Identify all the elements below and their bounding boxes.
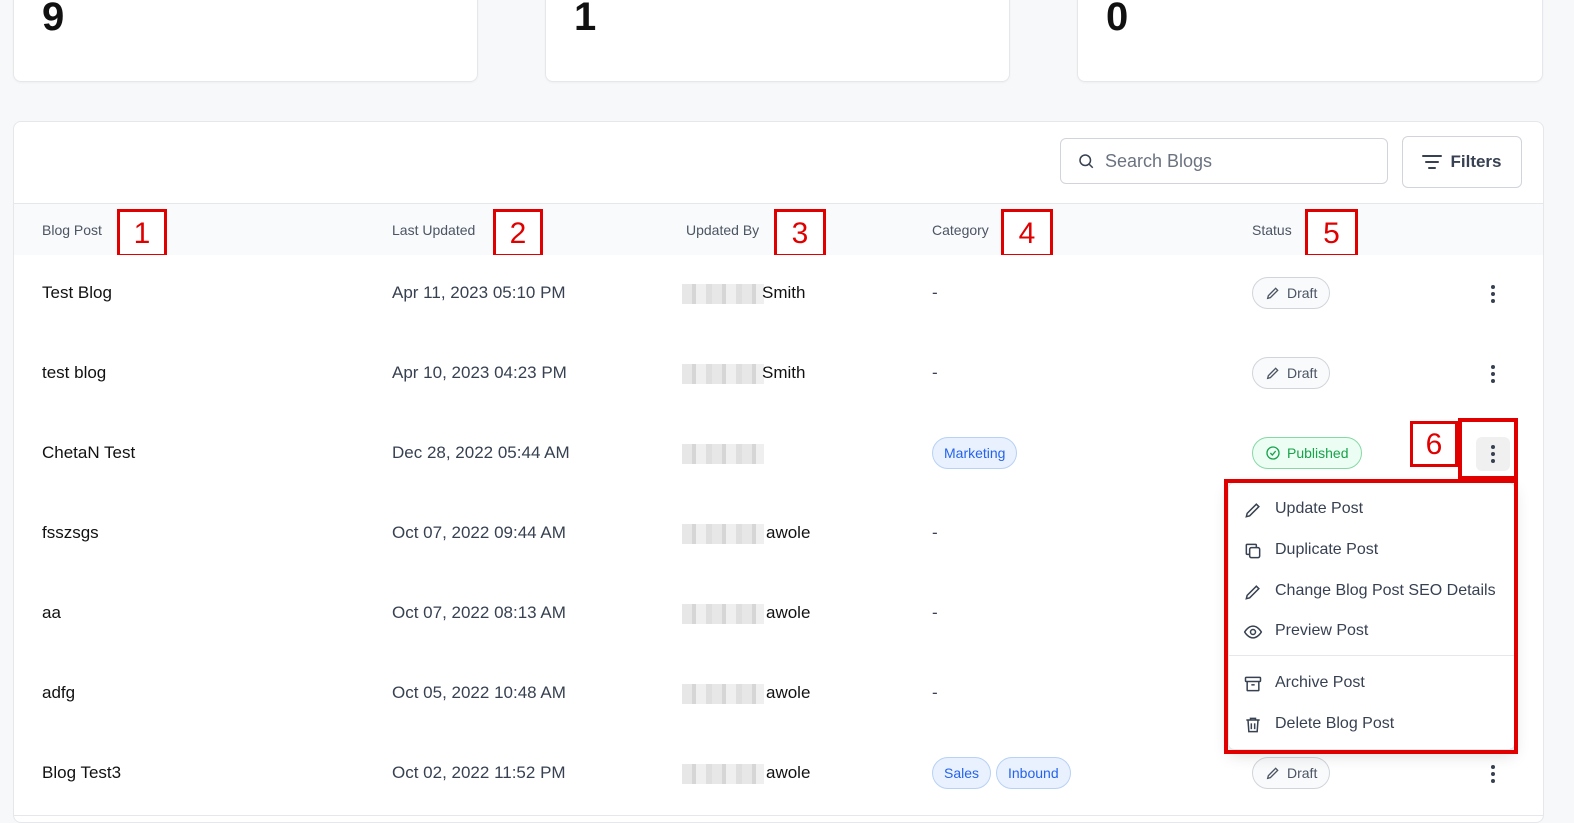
last-updated: Oct 02, 2022 11:52 PM xyxy=(392,763,566,782)
search-input[interactable] xyxy=(1103,149,1377,173)
blog-title[interactable]: Blog Test3 xyxy=(42,763,121,783)
redacted-name xyxy=(682,684,764,704)
table-row[interactable]: test blog Apr 10, 2023 04:23 PM Smith - … xyxy=(14,335,1543,416)
blog-title[interactable]: test blog xyxy=(42,363,106,383)
blog-title[interactable]: fsszsgs xyxy=(42,523,99,543)
pencil-icon xyxy=(1266,287,1279,300)
search-icon xyxy=(1079,154,1094,169)
stat-card-1: 9 xyxy=(13,0,478,82)
column-header-updated-by[interactable]: Updated By xyxy=(686,222,759,238)
category-tag-label: Sales xyxy=(944,765,980,781)
category-tag[interactable]: Marketing xyxy=(932,437,1018,469)
search-box[interactable] xyxy=(1060,138,1388,184)
updated-by-suffix: Smith xyxy=(762,283,806,302)
category-tag-label: Marketing xyxy=(944,445,1006,461)
annotation-1: 1 xyxy=(117,209,167,257)
last-updated: Oct 07, 2022 09:44 AM xyxy=(392,523,566,542)
blog-title[interactable]: Test Blog xyxy=(42,283,112,303)
filters-button[interactable]: Filters xyxy=(1402,136,1522,188)
status-label: Published xyxy=(1287,445,1349,461)
row-actions-button[interactable] xyxy=(1476,277,1510,311)
status-badge-draft: Draft xyxy=(1252,757,1331,789)
row-actions-button[interactable] xyxy=(1476,357,1510,391)
redacted-name xyxy=(682,364,764,384)
status-label: Draft xyxy=(1287,285,1318,301)
category: - xyxy=(932,283,938,302)
redacted-name xyxy=(682,524,764,544)
filters-label: Filters xyxy=(1450,152,1502,171)
check-circle-icon xyxy=(1266,446,1280,460)
stat-card-3: 0 xyxy=(1077,0,1543,82)
updated-by-suffix: awole xyxy=(766,683,811,702)
status-label: Draft xyxy=(1287,765,1318,781)
last-updated: Apr 10, 2023 04:23 PM xyxy=(392,363,567,382)
column-header-blog-post[interactable]: Blog Post xyxy=(42,222,102,238)
redacted-name xyxy=(682,764,764,784)
stat-card-2: 1 xyxy=(545,0,1010,82)
more-vertical-icon xyxy=(1491,765,1495,783)
updated-by-suffix: awole xyxy=(766,603,811,622)
highlight-actions-menu xyxy=(1224,479,1518,754)
redacted-name xyxy=(682,444,764,464)
updated-by-suffix: awole xyxy=(766,763,811,782)
status-badge-draft: Draft xyxy=(1252,277,1331,309)
annotation-4: 4 xyxy=(1001,209,1053,257)
last-updated: Oct 05, 2022 10:48 AM xyxy=(392,683,566,702)
filter-icon xyxy=(1422,155,1443,169)
blog-title[interactable]: ChetaN Test xyxy=(42,443,135,463)
updated-by-suffix: awole xyxy=(766,523,811,542)
column-header-category[interactable]: Category xyxy=(932,222,989,238)
blog-title[interactable]: aa xyxy=(42,603,61,623)
category: - xyxy=(932,683,938,702)
blog-title[interactable]: adfg xyxy=(42,683,75,703)
redacted-name xyxy=(682,604,764,624)
status-label: Draft xyxy=(1287,365,1318,381)
status-badge-draft: Draft xyxy=(1252,357,1331,389)
redacted-name xyxy=(682,284,764,304)
last-updated: Dec 28, 2022 05:44 AM xyxy=(392,443,570,462)
category: - xyxy=(932,363,938,382)
category: - xyxy=(932,523,938,542)
updated-by-suffix: Smith xyxy=(762,363,806,382)
status-badge-published: Published xyxy=(1252,437,1362,469)
annotation-6: 6 xyxy=(1410,421,1458,467)
more-vertical-icon xyxy=(1491,285,1495,303)
pencil-icon xyxy=(1266,367,1279,380)
stat-value-3: 0 xyxy=(1106,0,1129,39)
table-header: Blog Post Last Updated Updated By Catego… xyxy=(14,203,1543,257)
annotation-2: 2 xyxy=(493,209,543,257)
annotation-5: 5 xyxy=(1305,209,1358,257)
last-updated: Apr 11, 2023 05:10 PM xyxy=(392,283,566,302)
pencil-icon xyxy=(1266,767,1279,780)
category-tag[interactable]: Sales xyxy=(932,757,992,789)
highlight-actions-button xyxy=(1458,418,1518,480)
row-actions-button[interactable] xyxy=(1476,757,1510,791)
stat-value-2: 1 xyxy=(574,0,597,39)
stat-value-1: 9 xyxy=(42,0,65,39)
category: - xyxy=(932,603,938,622)
column-header-status[interactable]: Status xyxy=(1252,222,1292,238)
more-vertical-icon xyxy=(1491,365,1495,383)
category-tag-label: Inbound xyxy=(1008,765,1059,781)
last-updated: Oct 07, 2022 08:13 AM xyxy=(392,603,566,622)
category-tag[interactable]: Inbound xyxy=(996,757,1071,789)
table-row[interactable]: Test Blog Apr 11, 2023 05:10 PM Smith - … xyxy=(14,255,1543,336)
annotation-3: 3 xyxy=(774,209,826,257)
column-header-last-updated[interactable]: Last Updated xyxy=(392,222,475,238)
